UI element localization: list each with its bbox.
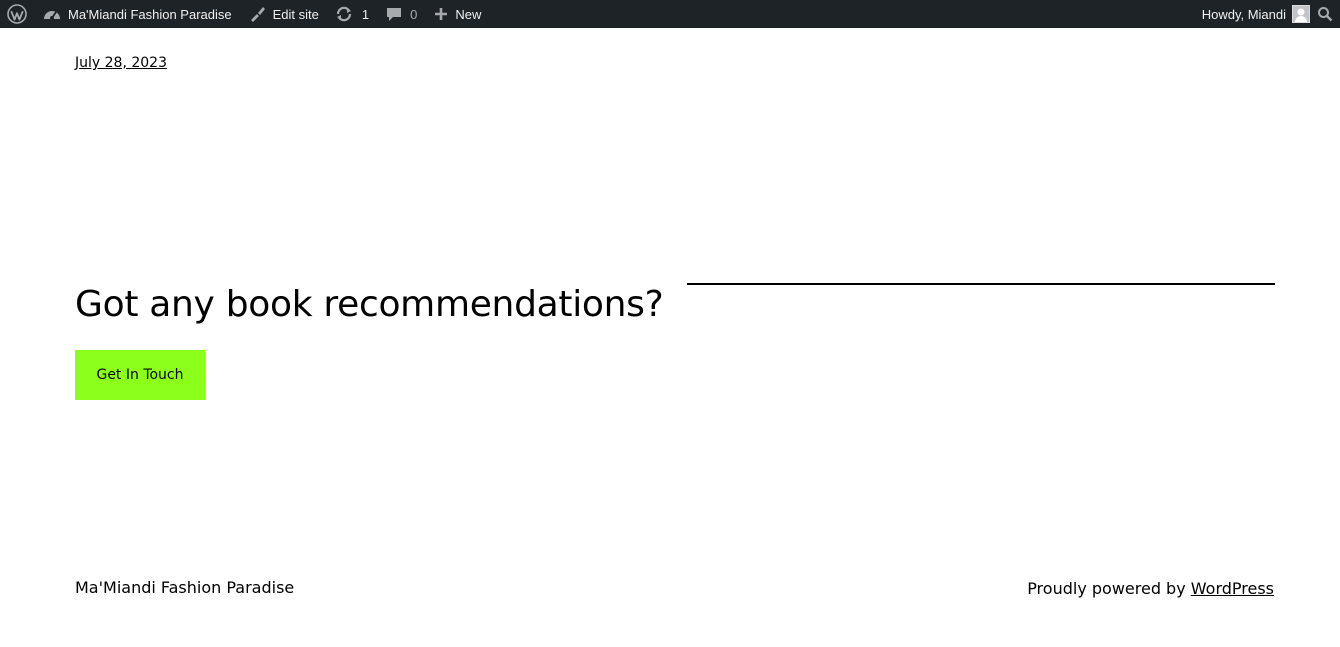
- edit-site-label: Edit site: [272, 6, 319, 22]
- get-in-touch-button[interactable]: Get In Touch: [75, 350, 205, 400]
- dashboard-icon: [43, 7, 61, 21]
- site-name-label: Ma'Miandi Fashion Paradise: [68, 6, 232, 22]
- updates-icon: [335, 6, 353, 22]
- edit-site-button[interactable]: Edit site: [248, 0, 319, 28]
- admin-bar: Ma'Miandi Fashion Paradise Edit site 1 0…: [0, 0, 1340, 28]
- credit-prefix: Proudly powered by: [1027, 579, 1191, 598]
- brush-icon: [248, 5, 266, 23]
- comments-button[interactable]: 0: [386, 0, 417, 28]
- wordpress-logo-icon: [7, 4, 27, 24]
- post-date-link[interactable]: July 28, 2023: [75, 55, 167, 71]
- my-account-menu[interactable]: Howdy, Miandi: [1202, 0, 1310, 28]
- comments-count: 0: [410, 6, 418, 22]
- footer-site-title[interactable]: Ma'Miandi Fashion Paradise: [75, 578, 294, 597]
- wordpress-link[interactable]: WordPress: [1191, 579, 1274, 598]
- avatar: [1292, 5, 1310, 23]
- howdy-label: Howdy, Miandi: [1201, 6, 1286, 22]
- plus-icon: [434, 7, 448, 21]
- cta-heading: Got any book recommendations?: [75, 284, 664, 325]
- footer-credit: Proudly powered by WordPress: [1027, 579, 1274, 598]
- site-name-menu[interactable]: Ma'Miandi Fashion Paradise: [43, 0, 232, 28]
- wordpress-menu[interactable]: [0, 0, 34, 28]
- comment-icon: [386, 6, 402, 22]
- updates-count: 1: [361, 6, 370, 22]
- updates-button[interactable]: 1: [335, 0, 369, 28]
- search-button[interactable]: [1310, 0, 1340, 28]
- search-icon: [1317, 6, 1333, 22]
- separator: [687, 283, 1275, 285]
- new-label: New: [455, 6, 482, 22]
- new-content-button[interactable]: New: [434, 0, 481, 28]
